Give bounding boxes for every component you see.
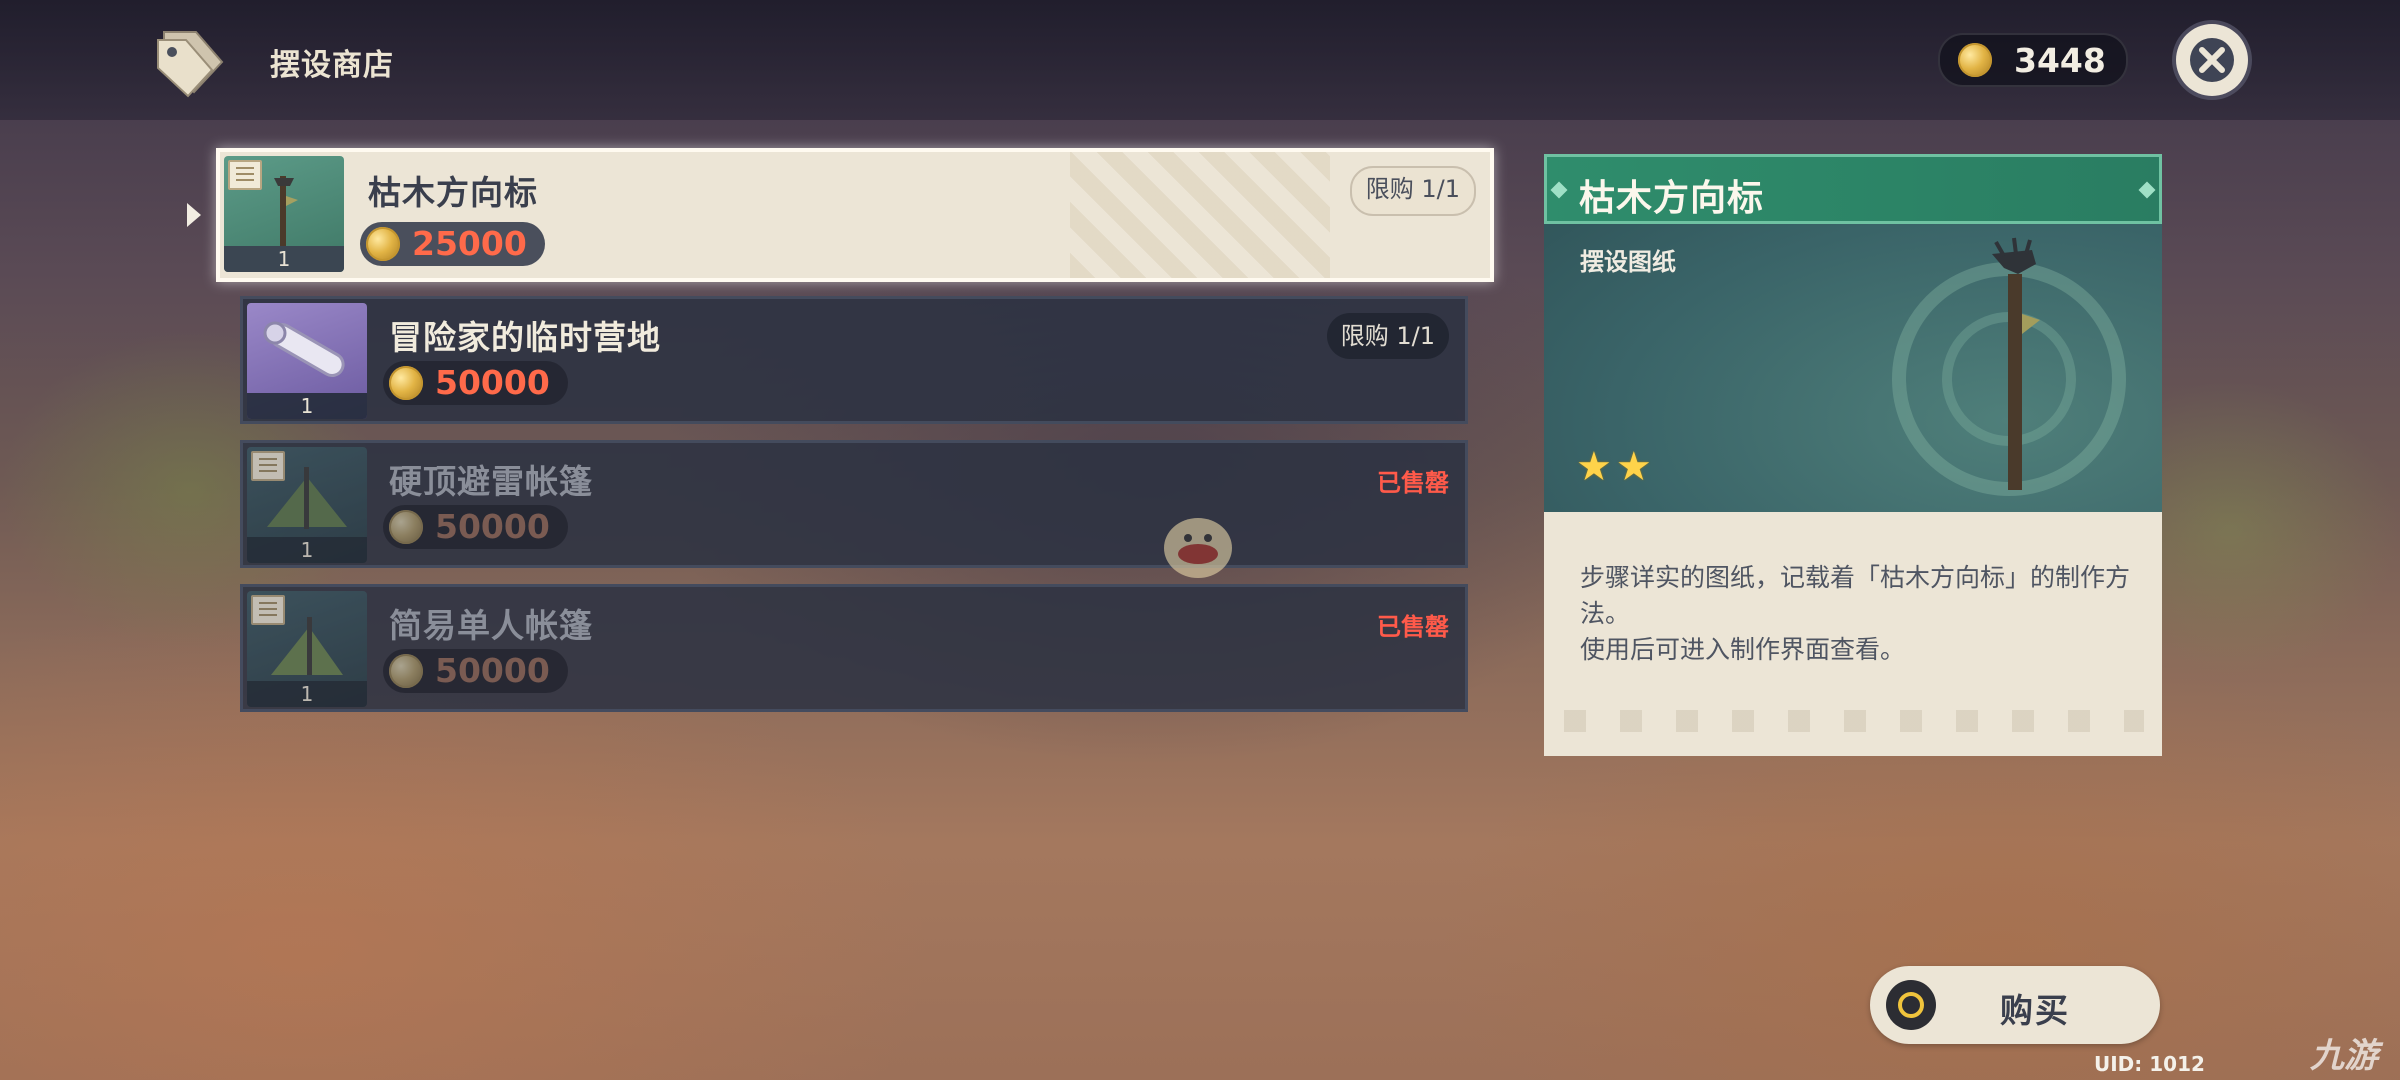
close-button[interactable]	[2176, 24, 2248, 96]
description-decoration	[1564, 710, 2144, 732]
price-value: 25000	[412, 224, 527, 263]
sold-out-label: 已售罄	[1377, 613, 1449, 641]
blueprint-icon	[251, 451, 285, 481]
item-count: 1	[224, 246, 344, 272]
mora-coin-icon	[389, 654, 423, 688]
item-name: 硬顶避雷帐篷	[389, 462, 593, 501]
mora-coin-icon	[366, 227, 400, 261]
mora-coin-icon	[389, 510, 423, 544]
shop-item[interactable]: 1 硬顶避雷帐篷 50000 已售罄	[240, 440, 1468, 568]
item-count: 1	[247, 393, 367, 419]
price-tag-icon	[150, 22, 228, 100]
item-thumbnail: 1	[224, 156, 344, 272]
currency-display: 3448	[1938, 33, 2128, 87]
item-price: 50000	[383, 649, 568, 693]
scroll-icon	[263, 321, 345, 377]
item-name: 简易单人帐篷	[389, 606, 593, 645]
header-ornament-icon	[1550, 181, 1568, 199]
detail-description: 步骤详实的图纸，记载着「枯木方向标」的制作方法。 使用后可进入制作界面查看。	[1544, 512, 2162, 756]
mora-coin-icon	[389, 366, 423, 400]
header-ornament-icon	[2138, 181, 2156, 199]
rarity-stars: ★ ★	[1576, 444, 1656, 490]
uid-label: UID: 1012	[2094, 1052, 2205, 1076]
item-price: 25000	[360, 222, 545, 266]
selection-arrow-icon	[187, 203, 201, 227]
price-value: 50000	[435, 363, 550, 402]
item-price: 50000	[383, 505, 568, 549]
item-thumbnail: 1	[247, 303, 367, 419]
blueprint-icon	[251, 595, 285, 625]
currency-amount: 3448	[2014, 41, 2106, 80]
buy-button[interactable]: 购买	[1870, 966, 2160, 1044]
controller-button-icon	[1886, 980, 1936, 1030]
detail-title: 枯木方向标	[1579, 178, 1765, 219]
close-icon	[2190, 38, 2234, 82]
item-price: 50000	[383, 361, 568, 405]
buy-label: 购买	[2000, 991, 2070, 1030]
price-value: 50000	[435, 651, 550, 690]
mora-coin-icon	[1958, 43, 1992, 77]
shop-title: 摆设商店	[270, 48, 394, 83]
price-value: 50000	[435, 507, 550, 546]
item-count: 1	[247, 537, 367, 563]
description-text: 使用后可进入制作界面查看。	[1580, 635, 1906, 664]
shop-item[interactable]: 1 冒险家的临时营地 50000 限购 1/1	[240, 296, 1468, 424]
item-type: 摆设图纸	[1580, 248, 1676, 276]
item-count: 1	[247, 681, 367, 707]
shop-item[interactable]: 1 枯木方向标 25000 限购 1/1	[216, 148, 1494, 282]
description-text: 步骤详实的图纸，记载着「枯木方向标」的制作方法。	[1580, 563, 2131, 628]
purchase-limit-badge: 限购 1/1	[1349, 166, 1476, 216]
shop-item[interactable]: 1 简易单人帐篷 50000 已售罄	[240, 584, 1468, 712]
mascot-icon	[1148, 498, 1248, 582]
purchase-limit-badge: 限购 1/1	[1326, 313, 1449, 359]
item-thumbnail: 1	[247, 447, 367, 563]
star-icon: ★	[1576, 444, 1612, 490]
watermark: 九游	[2310, 1036, 2378, 1076]
detail-header: 枯木方向标	[1544, 154, 2162, 224]
item-name: 冒险家的临时营地	[389, 318, 661, 357]
item-name: 枯木方向标	[368, 173, 538, 212]
top-bar: 摆设商店 3448	[0, 0, 2400, 120]
blueprint-icon	[228, 160, 262, 190]
sold-out-label: 已售罄	[1377, 469, 1449, 497]
signpost-icon	[1992, 237, 2040, 490]
item-thumbnail: 1	[247, 591, 367, 707]
item-detail-panel: 枯木方向标 摆设图纸 ★ ★ 步骤详实的图纸，记载着「枯木方向标」的制作方法。 使…	[1544, 154, 2162, 756]
star-icon: ★	[1615, 444, 1652, 490]
